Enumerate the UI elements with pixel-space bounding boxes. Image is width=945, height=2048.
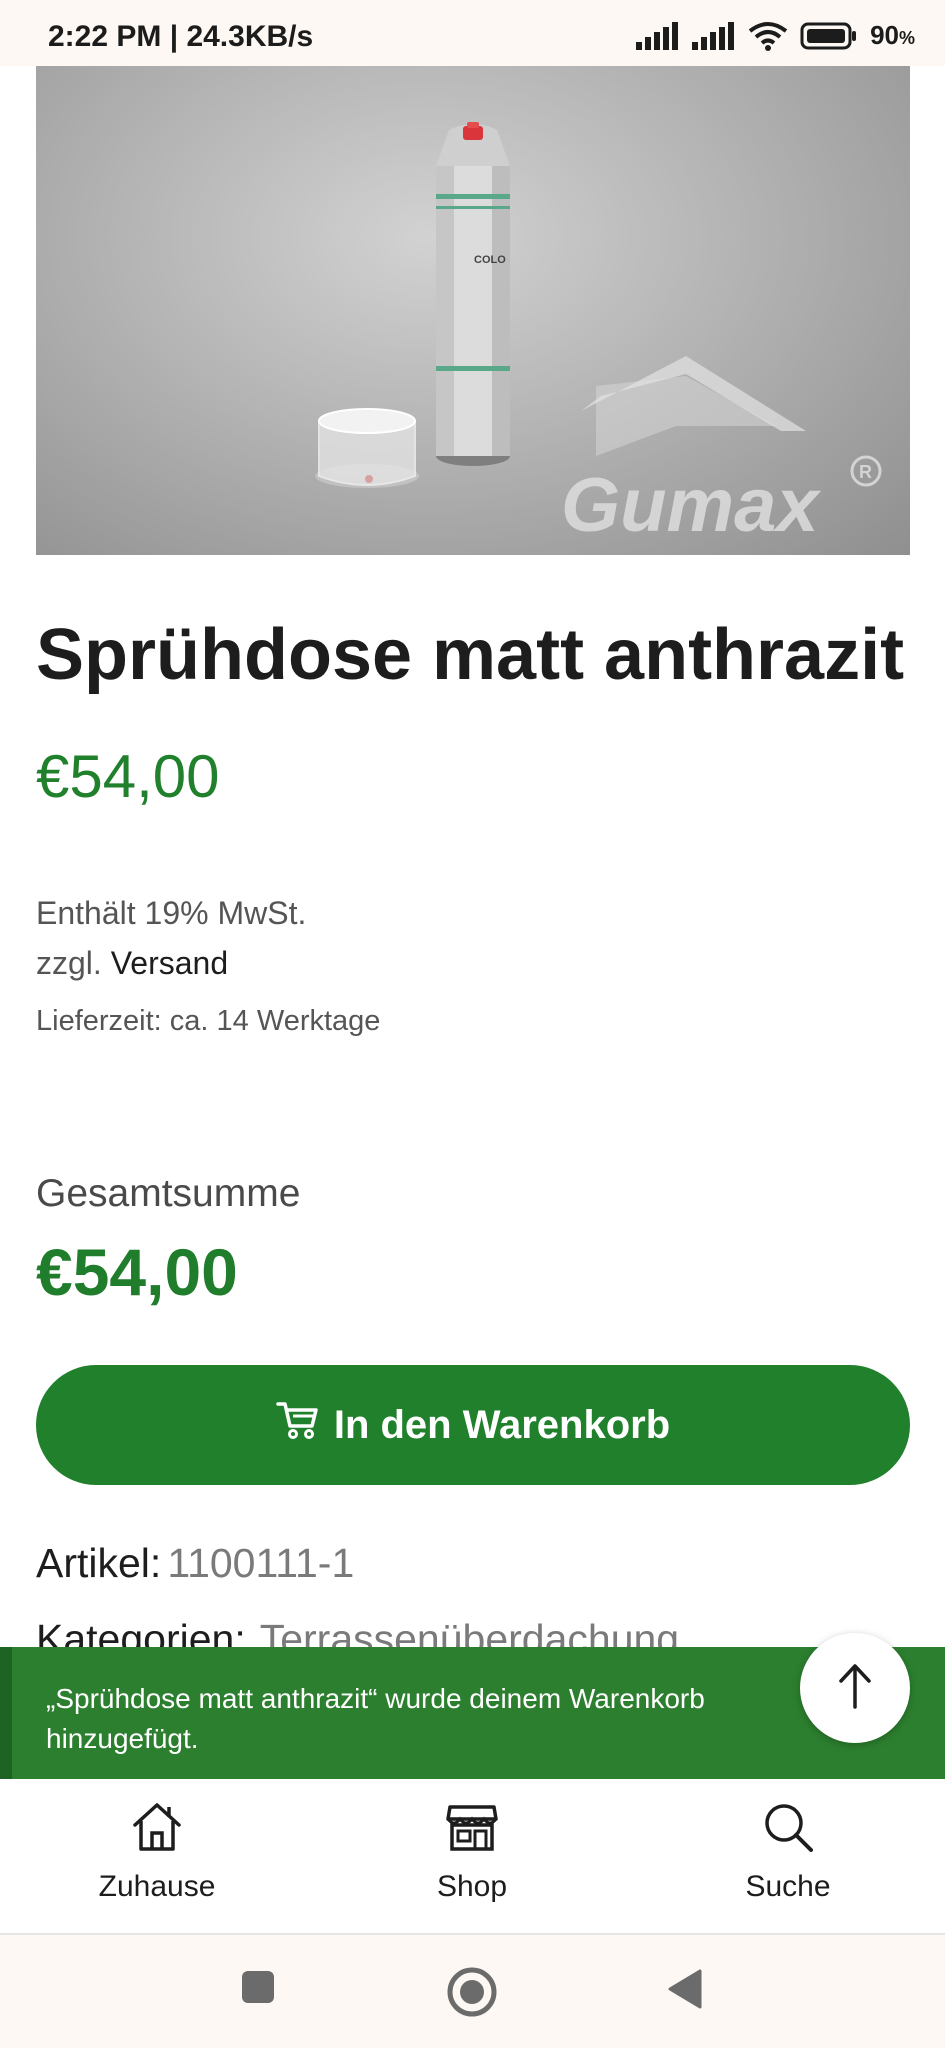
home-icon [129, 1799, 185, 1860]
status-icons: 90% [636, 20, 915, 51]
nav-label-search: Suche [745, 1870, 831, 1903]
wifi-icon [748, 21, 788, 51]
shop-icon [444, 1799, 500, 1860]
battery-percent: 90% [870, 20, 915, 50]
svg-text:COLO: COLO [474, 254, 506, 266]
total-label: Gesamtsumme [36, 1172, 301, 1215]
sku-label: Artikel: [36, 1540, 162, 1586]
signal-icon [636, 21, 680, 50]
search-icon [760, 1799, 816, 1860]
shipping-note: zzgl. Versand [36, 945, 228, 982]
signal-icon [692, 21, 736, 50]
product-image[interactable]: COLO Gumax R [36, 66, 910, 555]
nav-item-home[interactable]: Zuhause [57, 1799, 257, 1904]
category-link[interactable]: Terrassenüberdachung [260, 1616, 679, 1648]
battery-icon [800, 22, 858, 50]
nav-label-shop: Shop [436, 1870, 508, 1903]
svg-text:R: R [859, 462, 872, 482]
nav-item-shop[interactable]: Shop [372, 1799, 572, 1904]
recents-square-icon[interactable] [240, 1969, 276, 2010]
category-row: Kategorien: Terrassenüberdachung [36, 1616, 679, 1648]
arrow-up-icon [835, 1663, 875, 1714]
sku-value: 1100111-1 [167, 1540, 355, 1586]
category-label: Kategorien: [36, 1616, 246, 1648]
sku-row: Artikel: 1100111-1 [36, 1540, 354, 1587]
status-time-speed: 2:22 PM | 24.3KB/s [48, 20, 314, 53]
cart-icon [276, 1400, 320, 1450]
add-to-cart-label: In den Warenkorb [333, 1402, 671, 1447]
status-bar: 2:22 PM | 24.3KB/s 90% [0, 0, 945, 66]
nav-label-home: Zuhause [98, 1870, 216, 1903]
shipping-link[interactable]: Versand [111, 945, 228, 981]
product-title: Sprühdose matt anthrazit [36, 615, 905, 695]
home-circle-icon[interactable] [446, 1966, 498, 2023]
watermark-logo: Gumax [561, 463, 821, 548]
product-photo: COLO Gumax R [315, 122, 882, 548]
nav-item-search[interactable]: Suche [688, 1799, 888, 1904]
tax-note: Enthält 19% MwSt. [36, 895, 307, 931]
add-to-cart-button[interactable]: In den Warenkorb [36, 1365, 910, 1485]
shipping-prefix: zzgl. [36, 945, 102, 981]
delivery-time: Lieferzeit: ca. 14 Werktage [36, 1005, 381, 1037]
back-triangle-icon[interactable] [666, 1968, 704, 2015]
bottom-nav: Zuhause Shop Suche [0, 1779, 945, 1935]
total-value: €54,00 [36, 1235, 238, 1309]
cart-notice-text: „Sprühdose matt anthrazit“ wurde deinem … [46, 1683, 705, 1754]
scroll-to-top-button[interactable] [800, 1633, 910, 1743]
product-price: €54,00 [36, 743, 220, 810]
system-nav-bar [0, 1935, 945, 2048]
